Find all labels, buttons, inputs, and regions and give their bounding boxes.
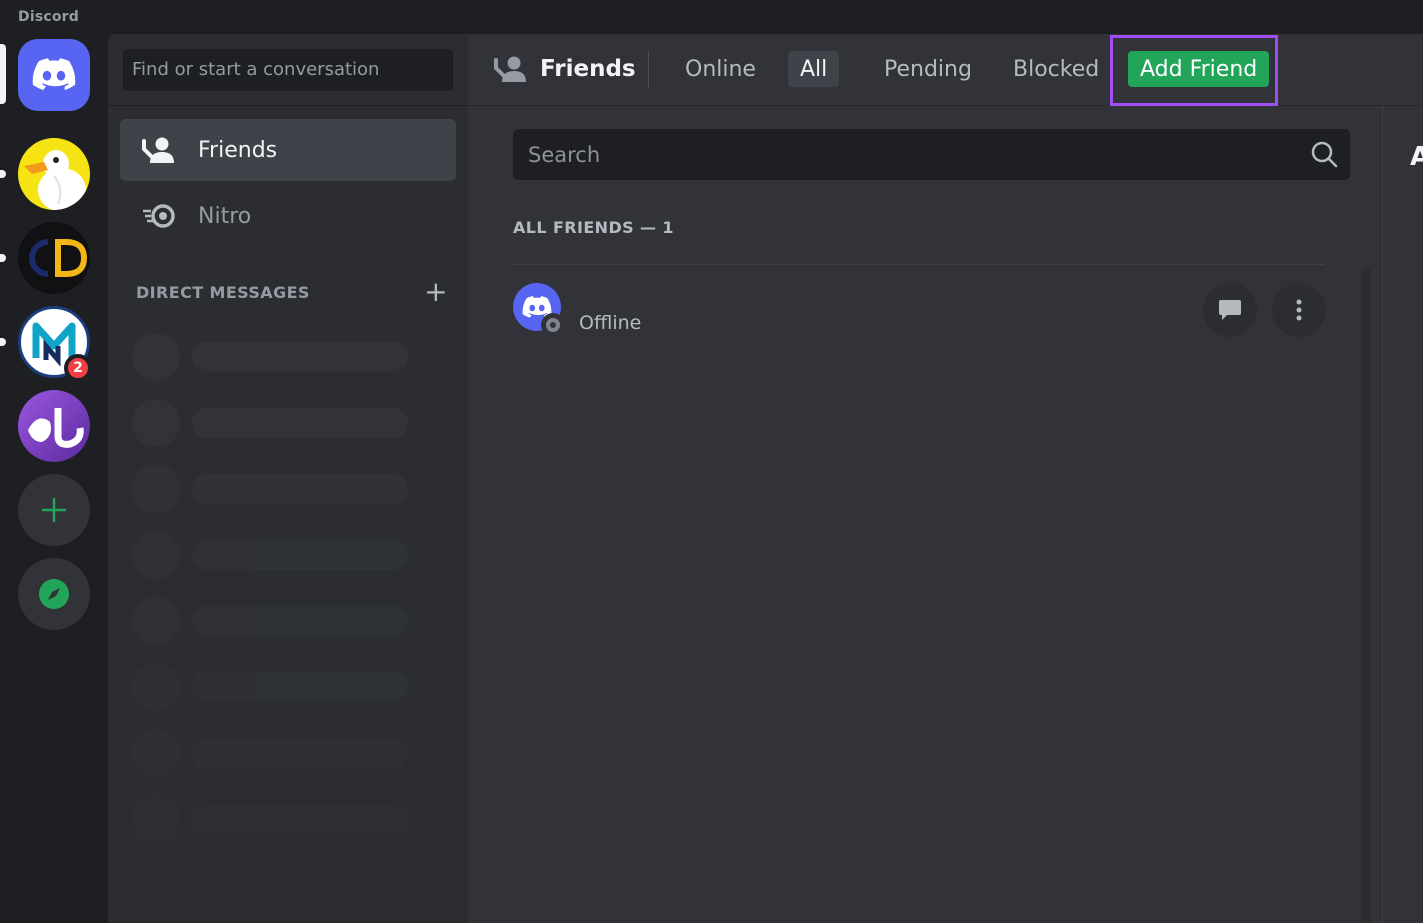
add-friend-highlight	[1110, 35, 1278, 106]
direct-messages-label: DIRECT MESSAGES	[136, 282, 310, 302]
unread-indicator	[0, 254, 6, 262]
server-purple[interactable]	[18, 390, 90, 462]
plus-icon	[42, 498, 66, 522]
friends-icon	[140, 135, 178, 165]
dm-sidebar: Find or start a conversation Friends Nit…	[108, 34, 468, 923]
server-mn[interactable]: 2	[18, 306, 92, 382]
create-dm-button[interactable]: +	[424, 278, 448, 306]
active-now-heading: A	[1410, 142, 1423, 172]
unread-indicator	[0, 170, 6, 178]
search-placeholder: Search	[528, 142, 601, 167]
page-title-text: Friends	[540, 56, 636, 82]
tab-online[interactable]: Online	[673, 51, 768, 87]
title-bar: Discord	[0, 0, 1423, 34]
dm-placeholder	[132, 399, 408, 447]
server-rail: 2	[0, 34, 108, 923]
chat-bubble-icon	[1219, 300, 1241, 320]
server-cd[interactable]	[18, 222, 90, 294]
more-options-button[interactable]	[1272, 283, 1326, 337]
friends-main: Friends Online All Pending Blocked Add F…	[468, 34, 1423, 923]
page-title: Friends	[494, 54, 636, 84]
nitro-icon	[140, 201, 178, 231]
find-conversation-input[interactable]: Find or start a conversation	[123, 48, 453, 91]
app-wordmark: Discord	[18, 9, 79, 25]
explore-button[interactable]	[18, 558, 90, 630]
list-divider	[513, 264, 1325, 265]
friends-toolbar: Friends Online All Pending Blocked Add F…	[468, 34, 1423, 106]
purple-logo-icon	[28, 408, 84, 448]
sidebar-search-area: Find or start a conversation	[108, 34, 468, 106]
active-now-divider	[1382, 106, 1383, 923]
home-button[interactable]	[18, 39, 90, 111]
dm-placeholder	[132, 861, 408, 909]
friend-status-text: Offline	[579, 312, 642, 334]
friends-icon	[494, 56, 526, 82]
server-goose[interactable]	[18, 138, 90, 210]
sidebar-item-friends[interactable]: Friends	[120, 119, 456, 181]
friends-search-input[interactable]: Search	[513, 129, 1350, 180]
goose-avatar-icon	[24, 150, 86, 210]
tab-all[interactable]: All	[788, 51, 840, 87]
sidebar-item-label: Nitro	[198, 203, 252, 229]
tab-blocked[interactable]: Blocked	[1001, 51, 1111, 87]
dm-placeholder	[132, 663, 408, 711]
mention-badge: 2	[64, 354, 92, 382]
selected-indicator	[0, 44, 6, 104]
toolbar-divider	[648, 52, 649, 88]
discord-window: Discord 2 Find or start a conversation F…	[0, 0, 1423, 923]
message-button[interactable]	[1203, 283, 1257, 337]
more-vertical-icon	[1296, 299, 1302, 321]
dm-placeholder	[132, 333, 408, 381]
friends-count-heading: ALL FRIENDS — 1	[513, 218, 674, 237]
add-server-button[interactable]	[18, 474, 90, 546]
discord-logo-icon	[32, 58, 76, 90]
sidebar-item-nitro[interactable]: Nitro	[120, 185, 456, 247]
dm-placeholder	[132, 465, 408, 513]
scrollbar[interactable]	[1361, 268, 1371, 923]
dm-placeholder	[132, 795, 408, 843]
cd-logo-icon	[29, 239, 88, 277]
search-icon	[1311, 141, 1338, 168]
unread-indicator	[0, 338, 6, 346]
tab-pending[interactable]: Pending	[872, 51, 984, 87]
friend-row[interactable]: Offline	[513, 283, 1326, 343]
dm-placeholder	[132, 531, 408, 579]
compass-icon	[39, 579, 69, 609]
sidebar-item-label: Friends	[198, 137, 278, 163]
direct-messages-header: DIRECT MESSAGES +	[136, 278, 448, 306]
offline-status-icon	[541, 313, 565, 337]
dm-placeholder	[132, 729, 408, 777]
dm-placeholder	[132, 597, 408, 645]
